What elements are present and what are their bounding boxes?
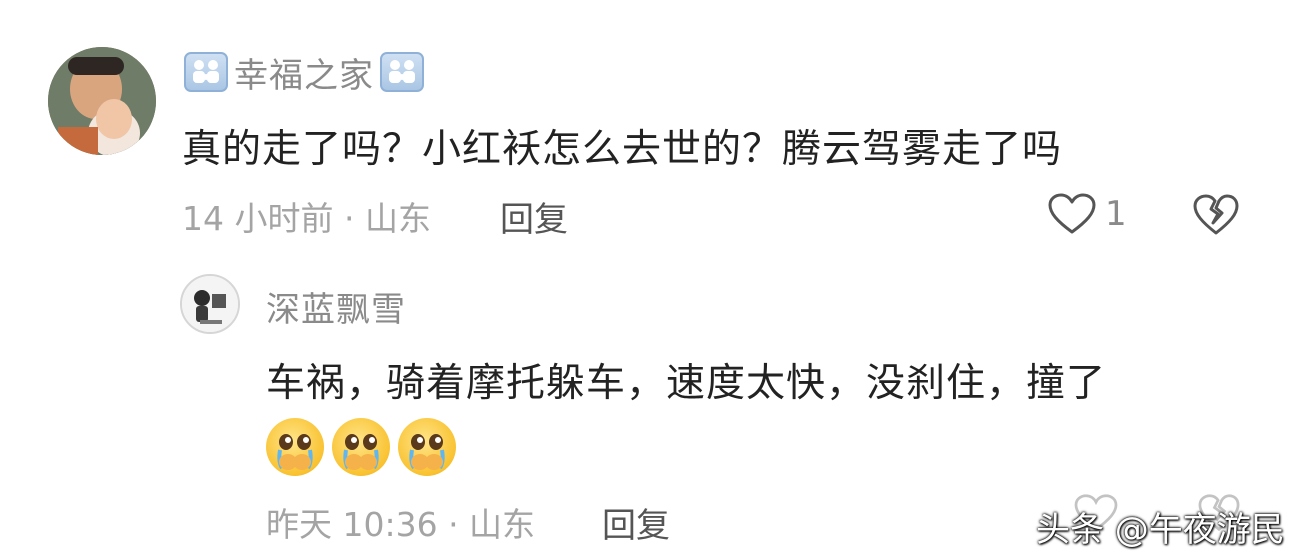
crying-face-emoji	[398, 418, 456, 476]
heart-icon	[1048, 193, 1096, 234]
comment-username: 幸福之家	[234, 55, 374, 96]
comment-author[interactable]: 幸福之家	[184, 50, 424, 96]
reply-username[interactable]: 深蓝飘雪	[266, 282, 406, 331]
reply-button[interactable]: 回复	[602, 498, 670, 547]
dislike-button[interactable]	[1192, 193, 1240, 241]
reply-meta: 昨天 10:36 · 山东	[266, 505, 536, 544]
like-count: 1	[1105, 194, 1127, 234]
watermark: 头条 @午夜游民	[1036, 510, 1285, 550]
avatar[interactable]	[48, 47, 156, 155]
crying-face-emoji	[266, 418, 324, 476]
comment-meta: 14 小时前 · 山东	[182, 199, 431, 238]
avatar[interactable]	[180, 274, 240, 334]
broken-heart-icon	[1193, 194, 1239, 235]
reply-text: 车祸，骑着摩托躲车，速度太快，没刹住，撞了	[266, 361, 1107, 406]
family-icon	[380, 52, 424, 92]
reply-button[interactable]: 回复	[500, 192, 568, 241]
emoji-row	[266, 418, 456, 476]
like-button[interactable]: 1	[1047, 192, 1127, 236]
family-icon	[184, 52, 228, 92]
crying-face-emoji	[332, 418, 390, 476]
comment-text: 真的走了吗？小红袄怎么去世的？腾云驾雾走了吗	[182, 127, 1063, 172]
